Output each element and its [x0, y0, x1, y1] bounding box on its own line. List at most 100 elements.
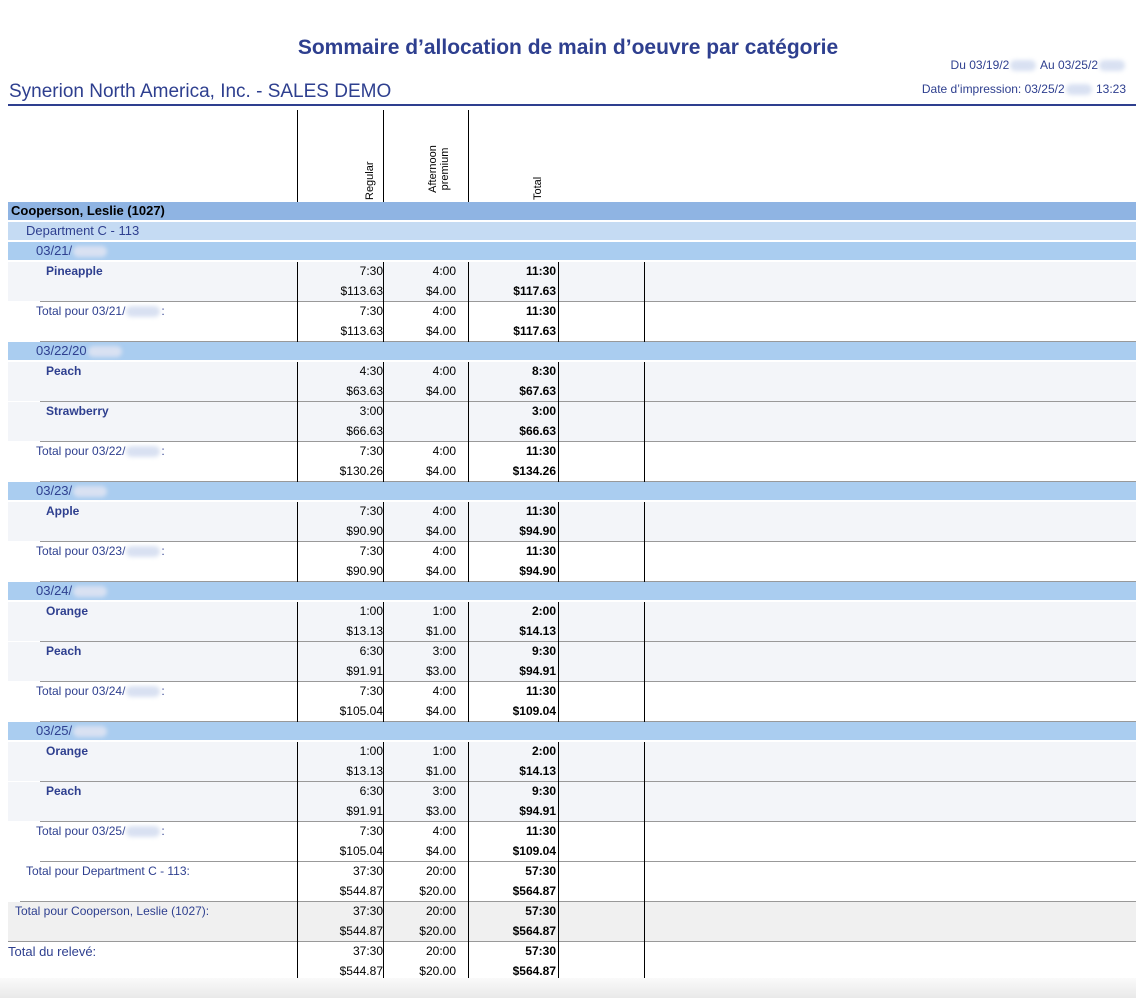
column-divider: [383, 942, 384, 982]
item-row-hours-value: 2:00: [531, 744, 556, 758]
column-divider: [468, 502, 469, 542]
department-total-row-hours-value: 57:30: [525, 864, 556, 878]
column-divider: [468, 642, 469, 682]
report-total-row-hours-value: 57:30: [525, 944, 556, 958]
column-divider: [644, 642, 645, 682]
employee-band-label: Cooperson, Leslie (1027): [11, 203, 165, 218]
column-divider: [558, 442, 559, 482]
date-total-row-amount-value: $109.04: [512, 703, 556, 718]
column-divider: [644, 682, 645, 722]
column-divider: [558, 402, 559, 442]
column-divider: [468, 442, 469, 482]
column-divider: [297, 862, 298, 902]
employee-total-row: Total pour Cooperson, Leslie (1027): 37:3…: [8, 902, 1136, 941]
redacted-blur: [73, 486, 108, 498]
column-divider: [644, 942, 645, 982]
employee-band: Cooperson, Leslie (1027): [8, 202, 1136, 220]
column-divider: [383, 402, 384, 442]
print-date-prefix: Date d’impression: 03/25/2: [921, 82, 1065, 96]
column-divider: [297, 442, 298, 482]
column-divider: [644, 262, 645, 302]
date-band-label: 03/21/: [36, 243, 108, 258]
item-row: Orange 1:00 $13.13 1:00 $1.00 2:00 $14.13: [8, 742, 1136, 781]
column-divider: [644, 902, 645, 942]
column-divider: [383, 822, 384, 862]
date-total-row-hours-value: 11:30: [525, 444, 556, 458]
date-total-row: Total pour 03/25/:7:30 $105.04 4:00 $4.00 11…: [8, 822, 1136, 861]
date-total-row: Total pour 03/24/:7:30 $105.04 4:00 $4.00 11…: [8, 682, 1136, 721]
column-divider: [468, 902, 469, 942]
column-divider: [383, 110, 384, 202]
item-row: Pineapple 7:30 $113.63 4:00 $4.00 11:30 $117.6…: [8, 262, 1136, 301]
column-divider: [383, 362, 384, 402]
column-divider: [297, 902, 298, 942]
company-name: Synerion North America, Inc. - SALES DEM…: [9, 81, 392, 102]
column-divider: [383, 602, 384, 642]
item-row-amount-value: $94.90: [519, 523, 556, 538]
column-divider: [644, 862, 645, 902]
column-divider: [297, 542, 298, 582]
item-row-hours-value: 11:30: [525, 504, 556, 518]
column-divider: [644, 502, 645, 542]
date-band: 03/21/: [8, 242, 1136, 260]
column-divider: [644, 602, 645, 642]
item-row-amount-value: $117.63: [513, 283, 556, 298]
column-divider: [297, 822, 298, 862]
column-divider: [468, 782, 469, 822]
item-row-hours-value: 2:00: [531, 604, 556, 618]
column-divider: [383, 742, 384, 782]
date-total-row-hours-value: 11:30: [525, 824, 556, 838]
period-to: Au 03/25/2: [1039, 58, 1098, 72]
date-total-row-amount-value: $134.26: [512, 463, 556, 478]
column-divider: [468, 302, 469, 342]
item-row-hours-value: 11:30: [525, 264, 556, 278]
column-divider: [468, 822, 469, 862]
column-divider: [644, 822, 645, 862]
date-band: 03/22/20: [8, 342, 1136, 360]
date-total-row: Total pour 03/22/:7:30 $130.26 4:00 $4.00 11…: [8, 442, 1136, 481]
column-divider: [297, 642, 298, 682]
redacted-blur: [1099, 60, 1125, 72]
column-divider: [558, 362, 559, 402]
item-row-hours-value: 9:30: [531, 784, 556, 798]
column-divider: [558, 502, 559, 542]
department-band: Department C - 113: [8, 222, 1136, 240]
column-divider: [468, 862, 469, 902]
item-row: Apple 7:30 $90.90 4:00 $4.00 11:30 $94.90: [8, 502, 1136, 541]
department-band-label: Department C - 113: [26, 223, 140, 238]
column-divider: [383, 502, 384, 542]
column-divider: [558, 602, 559, 642]
column-divider: [297, 782, 298, 822]
date-total-row-amount-value: $94.90: [519, 563, 556, 578]
column-divider: [468, 402, 469, 442]
column-divider: [383, 442, 384, 482]
column-divider: [383, 642, 384, 682]
redacted-blur: [87, 346, 122, 358]
report-total-row: Total du relevé: 37:30 $544.87 20:00 $20.00 5…: [8, 942, 1136, 981]
column-divider: [644, 442, 645, 482]
column-divider: [297, 110, 298, 202]
column-divider: [644, 742, 645, 782]
report-period: Du 03/19/2 Au 03/25/2: [951, 58, 1126, 72]
column-divider: [297, 942, 298, 982]
column-divider: [468, 362, 469, 402]
column-divider: [468, 942, 469, 982]
column-header-label: Total: [532, 176, 544, 200]
department-total-row-amount-value: $564.87: [512, 883, 556, 898]
date-total-row-amount-value: $109.04: [512, 843, 556, 858]
column-divider: [468, 602, 469, 642]
column-divider: [383, 682, 384, 722]
report-total-row-amount-value: $564.87: [512, 963, 556, 978]
page-footer-shadow: [0, 978, 1136, 998]
column-divider: [297, 262, 298, 302]
date-band: 03/25/: [8, 722, 1136, 740]
item-row: Peach 6:30 $91.91 3:00 $3.00 9:30 $94.91: [8, 782, 1136, 821]
item-row: Orange 1:00 $13.13 1:00 $1.00 2:00 $14.13: [8, 602, 1136, 641]
employee-total-row-hours-value: 57:30: [525, 904, 556, 918]
column-divider: [383, 262, 384, 302]
column-divider: [297, 602, 298, 642]
column-divider: [383, 902, 384, 942]
column-divider: [644, 542, 645, 582]
column-divider: [468, 742, 469, 782]
column-divider: [468, 262, 469, 302]
